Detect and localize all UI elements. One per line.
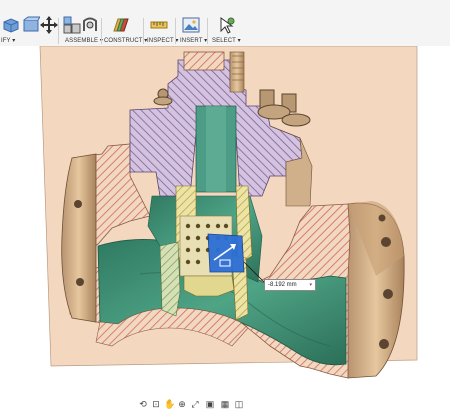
- construct-label[interactable]: CONSTRUCT ▾: [104, 37, 147, 44]
- modify-group: IFY ▾: [0, 0, 60, 46]
- pan-icon[interactable]: ✋: [164, 399, 175, 409]
- display-settings-icon[interactable]: ▣: [205, 399, 215, 409]
- select-arrow-icon[interactable]: [218, 16, 236, 34]
- offset-plane-icon[interactable]: [112, 16, 130, 34]
- bolt-hole: [379, 339, 389, 349]
- distance-value[interactable]: -8.192 mm: [268, 280, 297, 290]
- look-at-icon[interactable]: ⊡: [151, 399, 161, 409]
- bolt-hole: [381, 237, 391, 247]
- move-icon[interactable]: [40, 16, 58, 34]
- viewports-icon[interactable]: ◫: [234, 399, 244, 409]
- inspect-label[interactable]: INSPECT ▾: [147, 37, 178, 44]
- cage-left[interactable]: [159, 241, 181, 317]
- unit-dropdown-icon[interactable]: ▾: [309, 280, 312, 290]
- assemble-label[interactable]: ASSEMBLE ▾: [65, 37, 103, 44]
- measure-icon[interactable]: [150, 16, 168, 34]
- fit-icon[interactable]: ⤢: [190, 399, 200, 409]
- insert-label[interactable]: INSERT ▾: [180, 37, 207, 44]
- assemble-group: ASSEMBLE ▾: [60, 0, 103, 46]
- joint-icon[interactable]: [81, 16, 99, 34]
- navigation-bar: ⟲ ⊡ ✋ ⊕ ⤢ ▣ ▦ ◫: [138, 396, 246, 412]
- valve-section-model: [39, 46, 418, 379]
- toolbar: IFY ▾ ASSEMBLE ▾ CONSTRUCT ▾ INSPECT ▾ I…: [0, 0, 450, 47]
- insert-group: INSERT ▾: [176, 0, 207, 46]
- fillet-icon[interactable]: [22, 16, 40, 34]
- canvas-viewport[interactable]: -8.192 mm ▾: [0, 46, 450, 416]
- bolt-hole: [74, 200, 82, 208]
- distance-input[interactable]: -8.192 mm ▾: [264, 279, 316, 291]
- zoom-icon[interactable]: ⊕: [177, 399, 187, 409]
- valve-plug: [183, 275, 235, 297]
- inspect-group: INSPECT ▾: [144, 0, 178, 46]
- bolt-hole: [76, 278, 84, 286]
- construct-group: CONSTRUCT ▾: [102, 0, 147, 46]
- grid-icon[interactable]: ▦: [220, 399, 230, 409]
- orbit-icon[interactable]: ⟲: [138, 399, 148, 409]
- bolt-hole: [378, 214, 386, 222]
- modify-label[interactable]: IFY ▾: [1, 37, 15, 44]
- bolt-hole: [383, 289, 393, 299]
- select-group: SELECT ▾: [208, 0, 242, 46]
- press-pull-icon[interactable]: [2, 16, 20, 34]
- insert-image-icon[interactable]: [182, 16, 200, 34]
- separator: [58, 18, 59, 44]
- select-label[interactable]: SELECT ▾: [212, 37, 241, 44]
- new-component-icon[interactable]: [63, 16, 81, 34]
